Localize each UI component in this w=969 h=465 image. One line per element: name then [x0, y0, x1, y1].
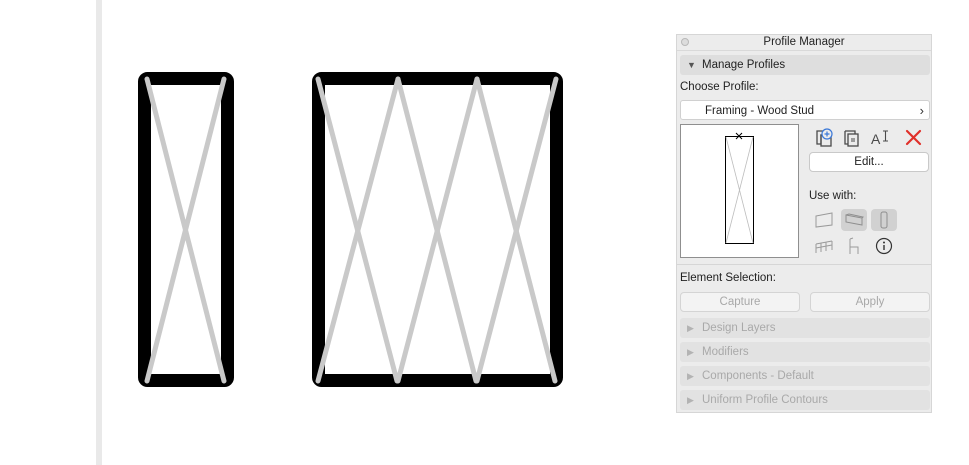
rename-profile-icon[interactable]: A: [869, 127, 891, 149]
object-element-icon: [849, 237, 859, 254]
section-label: Design Layers: [702, 322, 776, 334]
svg-text:A: A: [871, 131, 881, 147]
section-uniform-profile-contours[interactable]: ▶ Uniform Profile Contours: [680, 390, 930, 410]
section-components-default[interactable]: ▶ Components - Default: [680, 366, 930, 386]
stud-profile-wide[interactable]: [312, 72, 563, 387]
section-modifiers[interactable]: ▶ Modifiers: [680, 342, 930, 362]
use-with-column-toggle[interactable]: [871, 209, 897, 231]
column-element-icon: [880, 211, 888, 229]
apply-button[interactable]: Apply: [810, 292, 930, 312]
use-with-object-toggle[interactable]: [841, 235, 867, 257]
profile-preview-drawing: [725, 132, 754, 244]
delete-profile-icon[interactable]: [903, 127, 925, 149]
triangle-right-icon: ▶: [687, 323, 694, 333]
chevron-right-icon: ›: [919, 103, 924, 118]
panel-divider: [677, 264, 931, 265]
profile-select[interactable]: Framing - Wood Stud ›: [680, 100, 930, 120]
panel-titlebar: Profile Manager: [677, 35, 931, 51]
section-label: Uniform Profile Contours: [702, 394, 828, 406]
close-window-icon[interactable]: [681, 38, 689, 46]
triangle-right-icon: ▶: [687, 371, 694, 381]
element-selection-label: Element Selection:: [680, 272, 776, 284]
info-button[interactable]: [871, 235, 897, 257]
profile-select-value: Framing - Wood Stud: [705, 105, 815, 117]
use-with-beam-toggle[interactable]: [841, 209, 867, 231]
section-manage-profiles[interactable]: ▼ Manage Profiles: [680, 55, 930, 75]
triangle-right-icon: ▶: [687, 395, 694, 405]
stud-profile-narrow[interactable]: [138, 72, 234, 387]
profile-manager-panel: Profile Manager ▼ Manage Profiles Choose…: [676, 34, 932, 413]
left-margin: [0, 0, 96, 465]
use-with-wall-toggle[interactable]: [811, 209, 837, 231]
duplicate-profile-icon[interactable]: [841, 127, 863, 149]
section-label: Modifiers: [702, 346, 749, 358]
section-label: Components - Default: [702, 370, 814, 382]
capture-button[interactable]: Capture: [680, 292, 800, 312]
panel-title: Profile Manager: [763, 36, 845, 48]
edit-profile-button[interactable]: Edit...: [809, 152, 929, 172]
section-design-layers[interactable]: ▶ Design Layers: [680, 318, 930, 338]
canvas-drawing: [138, 72, 563, 387]
use-with-railing-toggle[interactable]: [811, 235, 837, 257]
use-with-label: Use with:: [809, 190, 857, 202]
profile-preview: [680, 124, 799, 258]
railing-element-icon: [815, 240, 833, 253]
choose-profile-label: Choose Profile:: [680, 81, 759, 93]
beam-element-icon: [845, 213, 865, 226]
section-label: Manage Profiles: [702, 59, 786, 71]
info-icon: [875, 237, 893, 255]
drawing-canvas[interactable]: [102, 0, 676, 465]
triangle-down-icon: ▼: [687, 60, 696, 70]
new-profile-icon[interactable]: [813, 127, 835, 149]
wall-element-icon: [815, 212, 833, 228]
triangle-right-icon: ▶: [687, 347, 694, 357]
